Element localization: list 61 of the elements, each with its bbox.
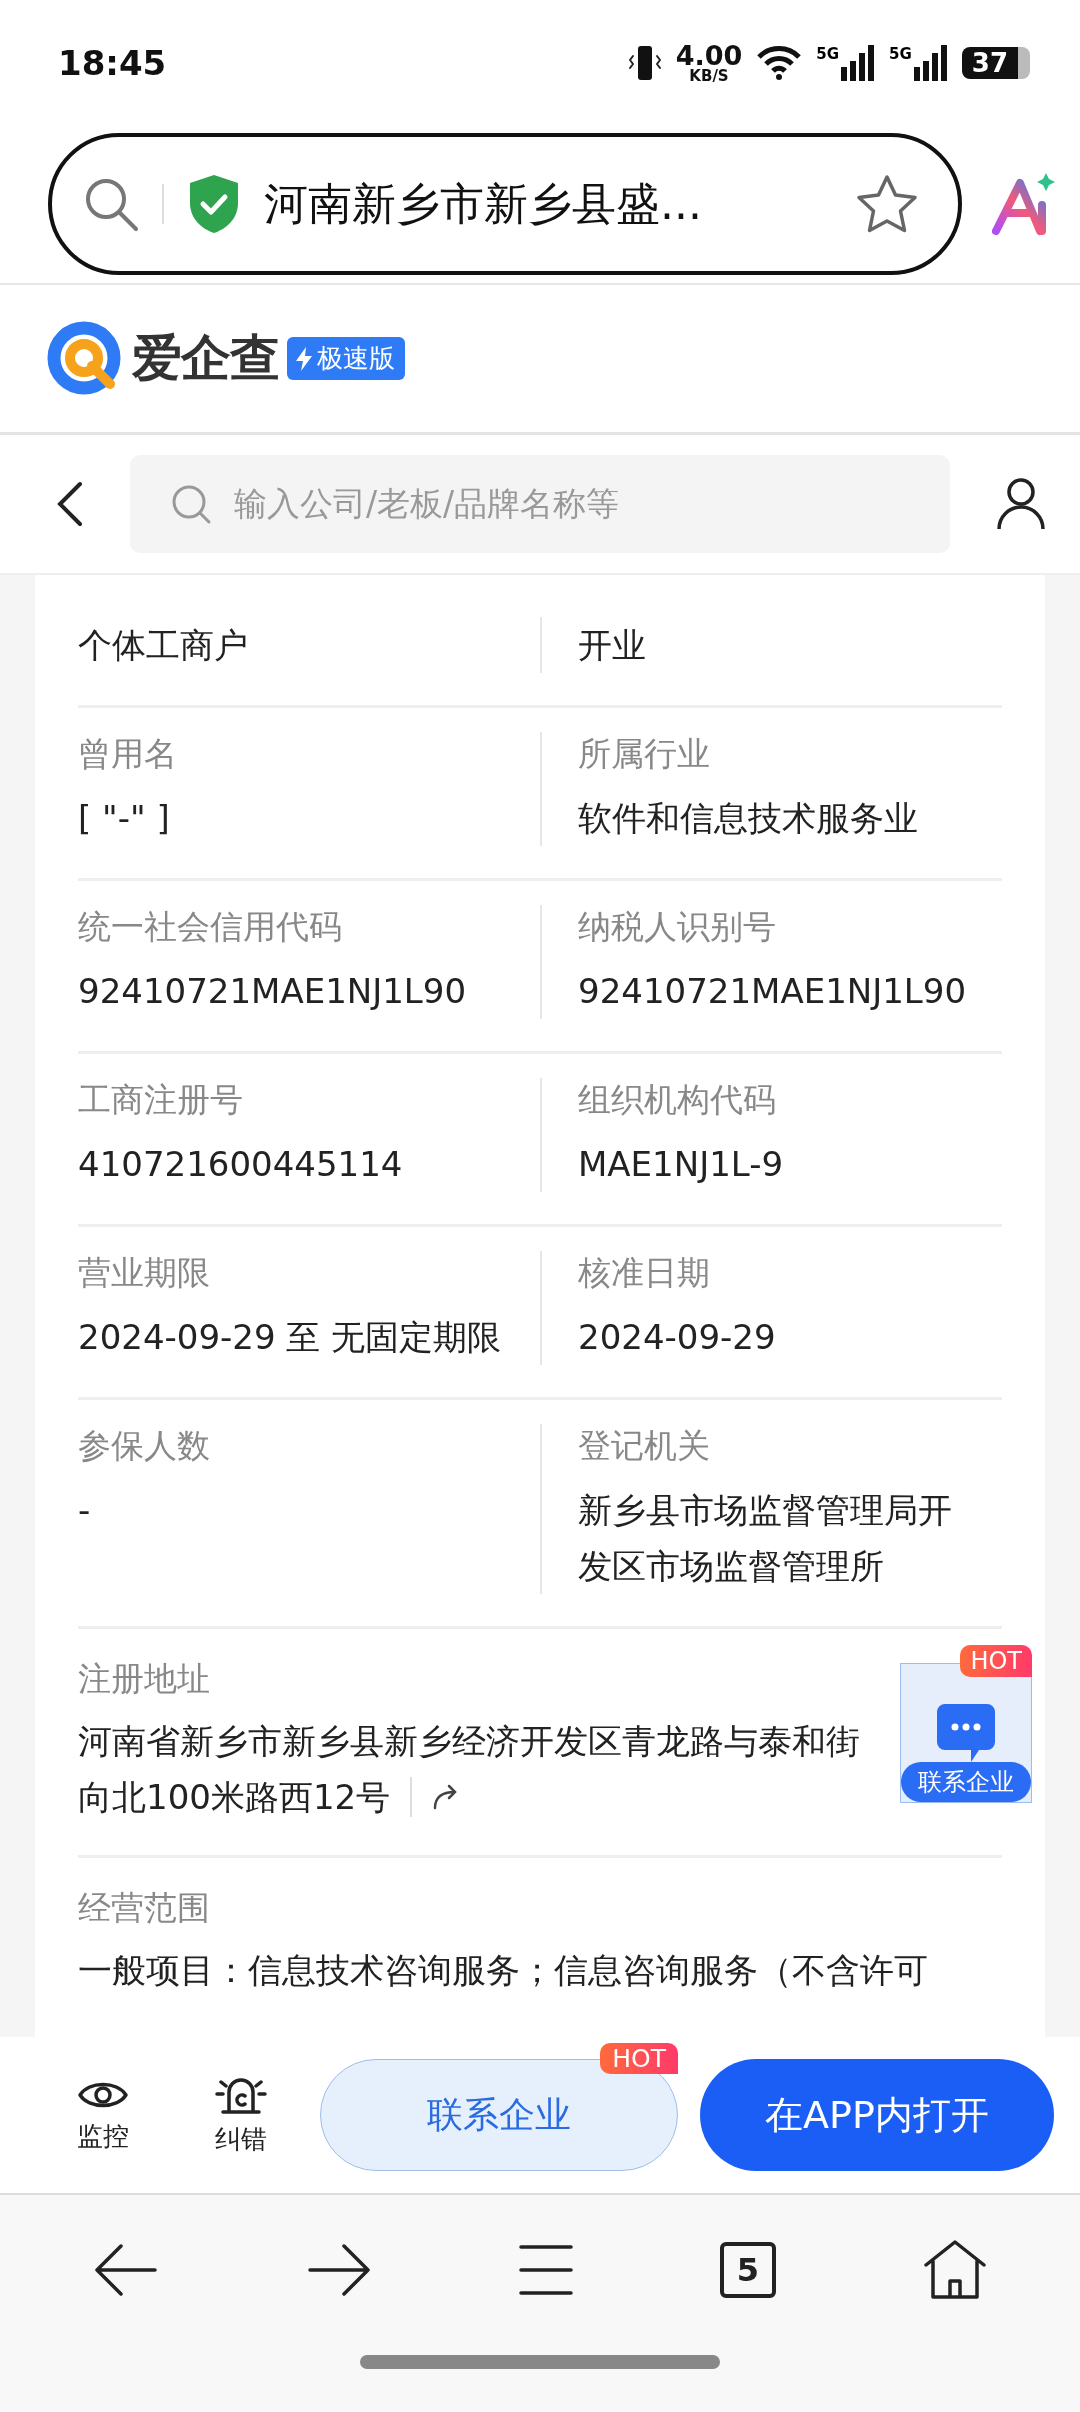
hot-badge: HOT (960, 1645, 1032, 1677)
tabs-button[interactable]: 5 (719, 2242, 776, 2298)
field-label: 注册地址 (78, 1658, 210, 1700)
page-title: 河南新乡市新乡县盛... (264, 176, 703, 231)
brand-name: 爱企查 (132, 328, 279, 389)
field-label: 工商注册号 (78, 1079, 244, 1121)
field-label: 所属行业 (578, 733, 711, 775)
edition-badge: 极速版 (287, 337, 405, 380)
field-label: 曾用名 (78, 733, 178, 775)
open-in-app-button[interactable]: 在APP内打开 (700, 2059, 1054, 2171)
field-value: 一般项目：信息技术咨询服务；信息咨询服务（不含许可 (78, 1949, 928, 1992)
address-text: 向北100米路西12号 (78, 1776, 391, 1819)
status-time: 18:45 (58, 42, 167, 83)
battery-level: 37 (961, 46, 1030, 79)
star-icon[interactable] (856, 174, 918, 234)
home-button[interactable] (922, 2239, 987, 2301)
forward-button[interactable] (306, 2243, 373, 2297)
address-bar[interactable]: 河南新乡市新乡县盛... (48, 133, 962, 275)
network-speed: 4.00 (675, 41, 743, 69)
float-button-label: 联系企业 (901, 1762, 1031, 1802)
field-label: 登记机关 (578, 1425, 711, 1467)
field-label: 核准日期 (578, 1252, 711, 1294)
network-type: 5G (816, 44, 840, 63)
field-value: 新乡县市场监督管理局开 发区市场监督管理所 (578, 1489, 953, 1588)
field-value: 410721600445114 (78, 1143, 404, 1186)
field-value: 2024-09-29 (578, 1316, 777, 1359)
field-value: 92410721MAE1NJ1L90 (78, 970, 468, 1013)
vibrate-icon (627, 43, 662, 82)
toolbar-button[interactable]: 监控 (34, 2076, 172, 2154)
menu-icon (519, 2244, 573, 2296)
user-icon[interactable] (996, 477, 1046, 531)
field-label: 组织机构代码 (578, 1079, 777, 1121)
field-value: MAE1NJ1L-9 (578, 1143, 785, 1186)
field-value: - (78, 1489, 92, 1532)
back-icon[interactable] (56, 480, 84, 528)
toolbar-button[interactable]: 纠错 (172, 2073, 310, 2157)
field-label: 参保人数 (78, 1425, 211, 1467)
arrow-right-icon (306, 2243, 373, 2297)
wifi-icon (756, 44, 803, 81)
field-value: 2024-09-29 至 无固定期限 (78, 1316, 503, 1359)
field-value: 个体工商户 (78, 624, 249, 667)
signal-icon (841, 44, 876, 81)
field-label: 经营范围 (78, 1887, 210, 1929)
home-icon (922, 2239, 987, 2301)
speed-unit: KB/S (689, 68, 729, 84)
field-label: 营业期限 (78, 1252, 211, 1294)
hot-badge: HOT (600, 2043, 678, 2074)
menu-button[interactable] (519, 2244, 573, 2296)
address-text: 河南省新乡市新乡县新乡经济开发区青龙路与泰和街 (78, 1721, 860, 1761)
signal-icon (913, 44, 948, 81)
field-label: 统一社会信用代码 (78, 906, 343, 948)
field-value: 软件和信息技术服务业 (578, 797, 919, 840)
search-placeholder: 输入公司/老板/品牌名称等 (234, 482, 620, 525)
field-value: [ "-" ] (78, 797, 171, 840)
search-icon (170, 483, 212, 525)
field-label: 纳税人识别号 (578, 906, 777, 948)
field-value: 92410721MAE1NJ1L90 (578, 970, 968, 1013)
back-button[interactable] (93, 2243, 160, 2297)
field-value: 开业 (578, 624, 647, 667)
arrow-left-icon (93, 2243, 160, 2297)
network-type: 5G (889, 44, 912, 63)
